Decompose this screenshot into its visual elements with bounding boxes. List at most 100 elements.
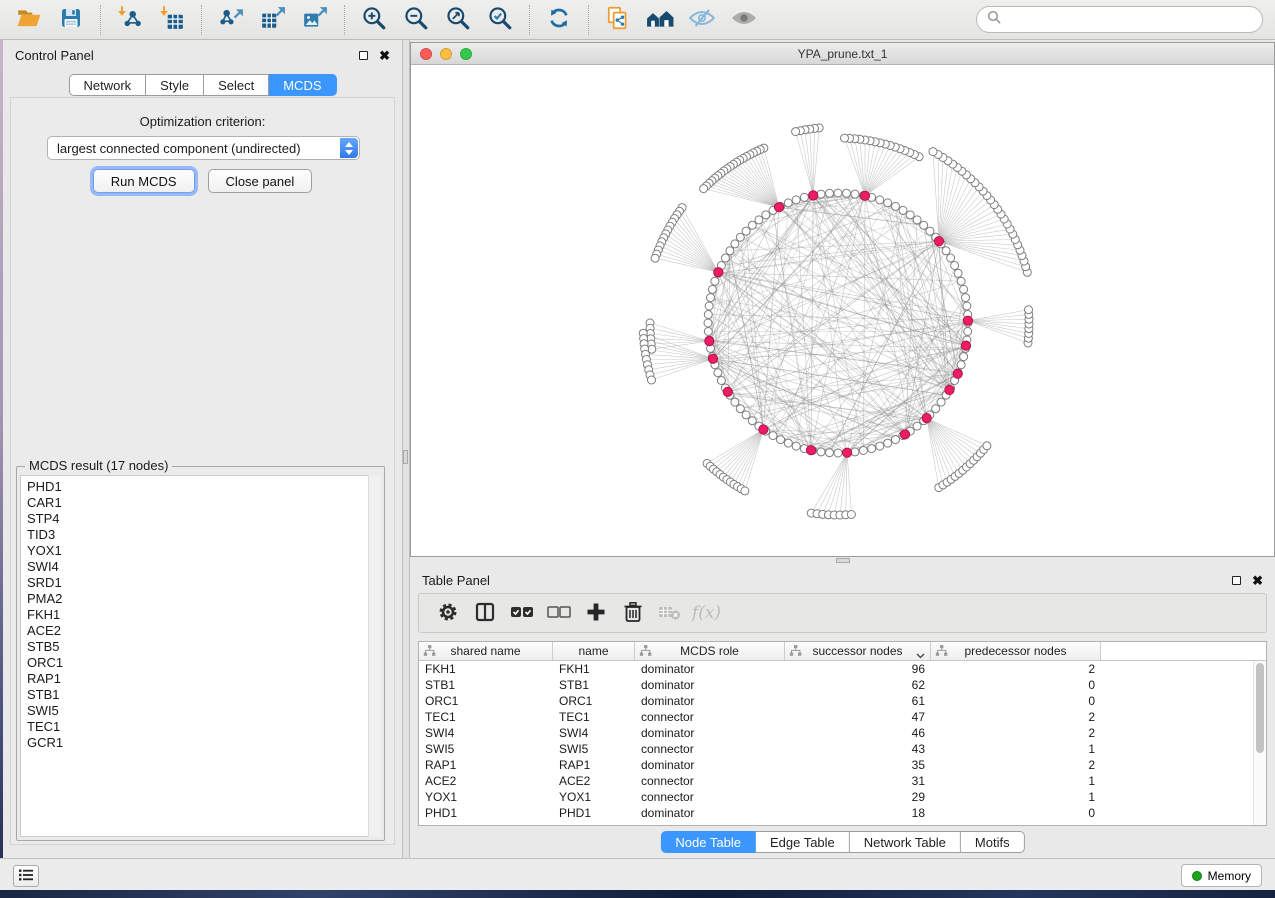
- cell-name[interactable]: TEC1: [553, 709, 635, 725]
- cell-shared_name[interactable]: SWI4: [419, 725, 553, 741]
- column-header-shared-name[interactable]: shared name: [419, 642, 553, 660]
- zoom-fit-button[interactable]: [441, 4, 475, 36]
- cell-shared_name[interactable]: STB1: [419, 677, 553, 693]
- refresh-layout-button[interactable]: [542, 4, 576, 36]
- search-input[interactable]: [1008, 11, 1252, 28]
- table-scrollbar[interactable]: [1253, 661, 1266, 825]
- cell-shared_name[interactable]: ORC1: [419, 693, 553, 709]
- graph-node[interactable]: [843, 189, 851, 197]
- graph-hub-node[interactable]: [900, 430, 909, 439]
- export-network-button[interactable]: [214, 4, 248, 36]
- graph-node[interactable]: [708, 285, 716, 293]
- tab-style[interactable]: Style: [146, 74, 204, 96]
- cell-mcds_role[interactable]: connector: [635, 773, 785, 789]
- graph-node[interactable]: [726, 247, 734, 255]
- table-row[interactable]: YOX1YOX1connector291: [419, 789, 1266, 805]
- graph-node[interactable]: [777, 436, 785, 444]
- graph-node[interactable]: [717, 377, 725, 385]
- cell-shared_name[interactable]: FKH1: [419, 661, 553, 677]
- graph-hub-node[interactable]: [774, 203, 783, 212]
- graph-hub-node[interactable]: [961, 341, 970, 350]
- graph-node[interactable]: [942, 247, 950, 255]
- graph-node[interactable]: [951, 262, 959, 270]
- cell-predecessor_nodes[interactable]: 0: [931, 677, 1101, 693]
- mcds-result-item[interactable]: STB5: [27, 639, 364, 655]
- cell-name[interactable]: PHD1: [553, 805, 635, 821]
- graph-node[interactable]: [899, 206, 907, 214]
- graph-node[interactable]: [851, 190, 859, 198]
- graph-node[interactable]: [892, 202, 900, 210]
- export-image-button[interactable]: [298, 4, 332, 36]
- graph-node[interactable]: [784, 439, 792, 447]
- horizontal-splitter-handle[interactable]: [836, 558, 850, 563]
- graph-node[interactable]: [954, 269, 962, 277]
- graph-node[interactable]: [705, 302, 713, 310]
- graph-node[interactable]: [841, 134, 849, 142]
- open-button[interactable]: [12, 4, 46, 36]
- graph-node[interactable]: [762, 211, 770, 219]
- tab-select[interactable]: Select: [204, 74, 269, 96]
- graph-node[interactable]: [700, 185, 708, 193]
- mcds-list-scrollbar[interactable]: [368, 475, 381, 837]
- graph-node[interactable]: [876, 442, 884, 450]
- mcds-result-item[interactable]: SWI5: [27, 703, 364, 719]
- graph-node[interactable]: [755, 216, 763, 224]
- table-row[interactable]: FKH1FKH1dominator962: [419, 661, 1266, 677]
- cell-shared_name[interactable]: ACE2: [419, 773, 553, 789]
- graph-node[interactable]: [741, 487, 749, 495]
- maximize-window-icon[interactable]: [460, 48, 472, 60]
- zoom-selected-button[interactable]: [483, 4, 517, 36]
- tab-node-table[interactable]: Node Table: [660, 831, 756, 853]
- graph-node[interactable]: [906, 211, 914, 219]
- cell-successor_nodes[interactable]: 62: [785, 677, 931, 693]
- cell-shared_name[interactable]: PHD1: [419, 805, 553, 821]
- zoom-out-button[interactable]: [399, 4, 433, 36]
- graph-node[interactable]: [736, 233, 744, 241]
- graph-node[interactable]: [792, 196, 800, 204]
- column-visibility-button[interactable]: [466, 598, 503, 628]
- tab-network-table[interactable]: Network Table: [850, 831, 961, 853]
- table-row[interactable]: PHD1PHD1dominator180: [419, 805, 1266, 821]
- table-settings-button[interactable]: [429, 598, 466, 628]
- graph-node[interactable]: [847, 511, 855, 519]
- graph-node[interactable]: [800, 193, 808, 201]
- select-all-button[interactable]: [503, 598, 540, 628]
- graph-node[interactable]: [960, 353, 968, 361]
- graph-node[interactable]: [913, 216, 921, 224]
- deselect-all-button[interactable]: [540, 598, 577, 628]
- mcds-result-item[interactable]: STB1: [27, 687, 364, 703]
- float-panel-icon[interactable]: [1232, 576, 1241, 585]
- tab-mcds[interactable]: MCDS: [269, 74, 336, 96]
- close-panel-button[interactable]: Close panel: [208, 169, 313, 193]
- graph-node[interactable]: [784, 199, 792, 207]
- cell-successor_nodes[interactable]: 18: [785, 805, 931, 821]
- graph-hub-node[interactable]: [705, 337, 714, 346]
- graph-node[interactable]: [817, 190, 825, 198]
- graph-node[interactable]: [721, 254, 729, 262]
- cell-predecessor_nodes[interactable]: 0: [931, 805, 1101, 821]
- graph-node[interactable]: [748, 221, 756, 229]
- cell-successor_nodes[interactable]: 29: [785, 789, 931, 805]
- graph-node[interactable]: [834, 189, 842, 197]
- cell-mcds_role[interactable]: dominator: [635, 805, 785, 821]
- graph-hub-node[interactable]: [922, 414, 931, 423]
- graph-node[interactable]: [769, 432, 777, 440]
- first-neighbors-button[interactable]: [643, 4, 677, 36]
- export-table-button[interactable]: [256, 4, 290, 36]
- mcds-result-item[interactable]: STP4: [27, 511, 364, 527]
- graph-node[interactable]: [714, 369, 722, 377]
- graph-node[interactable]: [704, 319, 712, 327]
- vertical-splitter[interactable]: [402, 40, 410, 858]
- column-header-name[interactable]: name: [553, 642, 635, 660]
- graph-hub-node[interactable]: [714, 268, 723, 277]
- graph-node[interactable]: [913, 422, 921, 430]
- cell-shared_name[interactable]: RAP1: [419, 757, 553, 773]
- close-panel-icon[interactable]: ✖: [1252, 574, 1263, 587]
- float-panel-icon[interactable]: [359, 51, 368, 60]
- graph-node[interactable]: [960, 285, 968, 293]
- graph-node[interactable]: [826, 449, 834, 457]
- column-header-MCDS-role[interactable]: MCDS role: [635, 642, 785, 660]
- import-table-button[interactable]: [155, 4, 189, 36]
- graph-hub-node[interactable]: [759, 425, 768, 434]
- graph-node[interactable]: [711, 277, 719, 285]
